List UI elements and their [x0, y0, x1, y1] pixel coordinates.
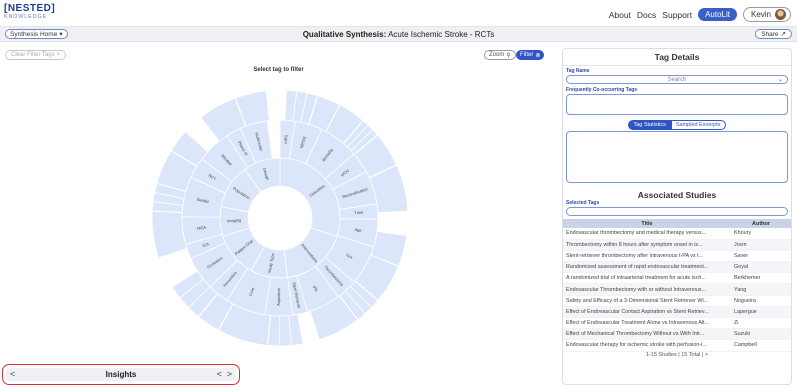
share-icon: ↗ [780, 31, 786, 38]
sunburst-outer-segment[interactable] [151, 210, 188, 259]
autolit-button[interactable]: AutoLit [698, 8, 737, 21]
tag-name-label: Tag Name [566, 68, 590, 74]
associated-studies-title: Associated Studies [637, 190, 717, 200]
cooccurring-tags-box[interactable] [566, 94, 788, 115]
nested-knowledge-logo[interactable]: [NESTED] KNOWLEDGE [4, 4, 55, 21]
study-author: Goyal [731, 261, 791, 274]
study-title: Effect of Mechanical Thrombectomy Withou… [563, 328, 731, 341]
clear-filter-tags-button[interactable]: Clear Filter Tags × [5, 50, 67, 60]
table-row[interactable]: Randomized assessment of rapid endovascu… [563, 261, 791, 274]
table-row[interactable]: Effect of Endovascular Treatment Alone v… [563, 317, 791, 330]
studies-table-body: Endovascular thrombectomy and medical th… [563, 228, 791, 352]
study-author: Saver [731, 250, 791, 263]
top-header: [NESTED] KNOWLEDGE About Docs Support Au… [0, 0, 797, 27]
study-title: Effect of Endovascular Contact Aspiratio… [563, 306, 731, 319]
top-nav: About Docs Support AutoLit Kevin [609, 7, 791, 22]
study-author: Campbell [731, 339, 791, 352]
nav-support[interactable]: Support [662, 10, 692, 20]
study-author: Lapergue [731, 306, 791, 319]
column-header-author[interactable]: Author [731, 219, 791, 228]
tag-details-title: Tag Details [563, 49, 791, 66]
insights-bar: < Insights < > [6, 368, 236, 381]
user-name: Kevin [750, 10, 771, 19]
zoom-label: Zoom [489, 52, 505, 58]
filter-label: Filter [520, 52, 534, 58]
nav-docs[interactable]: Docs [637, 10, 656, 20]
tab-tag-statistics[interactable]: Tag Statistics [628, 120, 671, 130]
clear-filter-label: Clear Filter Tags [11, 52, 55, 58]
tag-details-panel: Tag Details Tag Name Search ⌄ Frequently… [562, 48, 792, 385]
table-row[interactable]: Effect of Mechanical Thrombectomy Withou… [563, 328, 791, 341]
selected-tags-input[interactable] [566, 207, 788, 216]
chevron-right-icon[interactable]: > [227, 369, 232, 379]
study-title: Randomized assessment of rapid endovascu… [563, 261, 731, 274]
nav-about[interactable]: About [609, 10, 631, 20]
table-row[interactable]: Endovascular therapy for ischemic stroke… [563, 339, 791, 352]
sunburst-label: mRS [283, 134, 289, 144]
table-row[interactable]: A randomized trial of intraarterial trea… [563, 272, 791, 285]
study-author: Nogueira [731, 295, 791, 307]
study-title: Safety and Efficacy of a 3-Dimensional S… [563, 295, 731, 307]
table-row[interactable]: Safety and Efficacy of a 3-Dimensional S… [563, 295, 791, 307]
zoom-icon: ⚲ [506, 52, 511, 59]
table-row[interactable]: Thrombectomy within 8 hours after sympto… [563, 239, 791, 251]
table-row[interactable]: Endovascular thrombectomy and medical th… [563, 228, 791, 240]
zoom-button[interactable]: Zoom ⚲ [484, 50, 516, 60]
tab-sampled-excerpts[interactable]: Sampled Excerpts [670, 120, 726, 130]
sunburst-label: Time [354, 210, 364, 216]
study-author: Suzuki [731, 328, 791, 341]
associated-studies-table: Title Author Endovascular thrombectomy a… [563, 219, 791, 352]
tag-name-select[interactable]: Search ⌄ [566, 75, 788, 84]
share-label: Share [761, 30, 779, 38]
tag-statistics-box [566, 131, 788, 183]
tag-sunburst-chart[interactable]: OutcomesInterventionsStudy TypePatient C… [120, 90, 440, 360]
chevron-left-icon[interactable]: < [217, 369, 222, 379]
user-menu-button[interactable]: Kevin [742, 7, 791, 22]
study-author: Zi [731, 317, 791, 330]
sunburst-label: Aspiration [276, 288, 281, 306]
selected-tags-label: Selected Tags [566, 200, 600, 206]
tag-name-placeholder: Search [667, 76, 687, 83]
chevron-down-icon: ⌄ [777, 77, 783, 83]
table-pagination[interactable]: 1-15 Studies | 15 Total | > [563, 352, 791, 358]
page-title-prefix: Qualitative Synthesis: [302, 30, 387, 39]
study-author: Berkhemer [731, 272, 791, 285]
table-row[interactable]: Stent-retriever thrombectomy after intra… [563, 250, 791, 263]
share-button[interactable]: Share ↗ [755, 29, 792, 39]
logo-wordmark: [NESTED] [4, 3, 56, 14]
close-circle-icon: ⊗ [535, 52, 541, 59]
avatar [775, 9, 786, 20]
study-title: Endovascular therapy for ischemic stroke… [563, 339, 731, 352]
study-author: Yang [731, 283, 791, 296]
study-title: A randomized trial of intraarterial trea… [563, 272, 731, 285]
study-title: Stent-retriever thrombectomy after intra… [563, 250, 731, 263]
sunburst-toolbar: Clear Filter Tags × Zoom ⚲ Filter ⊗ [0, 48, 557, 62]
page-title-name: Acute Ischemic Stroke - RCTs [386, 30, 495, 39]
cooccurring-tags-label: Frequently Co-occurring Tags [566, 87, 638, 93]
study-author: Jovin [731, 239, 791, 251]
tag-view-tabs: Tag Statistics Sampled Excerpts [563, 120, 791, 130]
study-title: Thrombectomy within 8 hours after sympto… [563, 239, 731, 251]
select-tag-prompt: Select tag to filter [253, 67, 304, 73]
page-title: Qualitative Synthesis: Acute Ischemic St… [0, 30, 797, 39]
study-author: Khoury [731, 228, 791, 240]
study-title: Endovascular thrombectomy and medical th… [563, 228, 731, 240]
table-header-row: Title Author [563, 219, 791, 228]
synthesis-bar: Synthesis Home ▾ Qualitative Synthesis: … [0, 27, 797, 42]
study-title: Effect of Endovascular Treatment Alone v… [563, 317, 731, 330]
logo-subtitle: KNOWLEDGE [4, 14, 47, 20]
study-title: Endovascular Thrombectomy with or withou… [563, 283, 731, 296]
table-row[interactable]: Endovascular Thrombectomy with or withou… [563, 283, 791, 296]
close-icon: × [56, 52, 61, 58]
table-row[interactable]: Effect of Endovascular Contact Aspiratio… [563, 306, 791, 319]
insights-title: Insights [105, 370, 137, 379]
column-header-title[interactable]: Title [563, 219, 731, 228]
insights-panel-toggle[interactable]: < Insights < > [2, 364, 240, 385]
sunburst-label: Imaging [227, 218, 242, 224]
filter-button[interactable]: Filter ⊗ [516, 50, 545, 60]
